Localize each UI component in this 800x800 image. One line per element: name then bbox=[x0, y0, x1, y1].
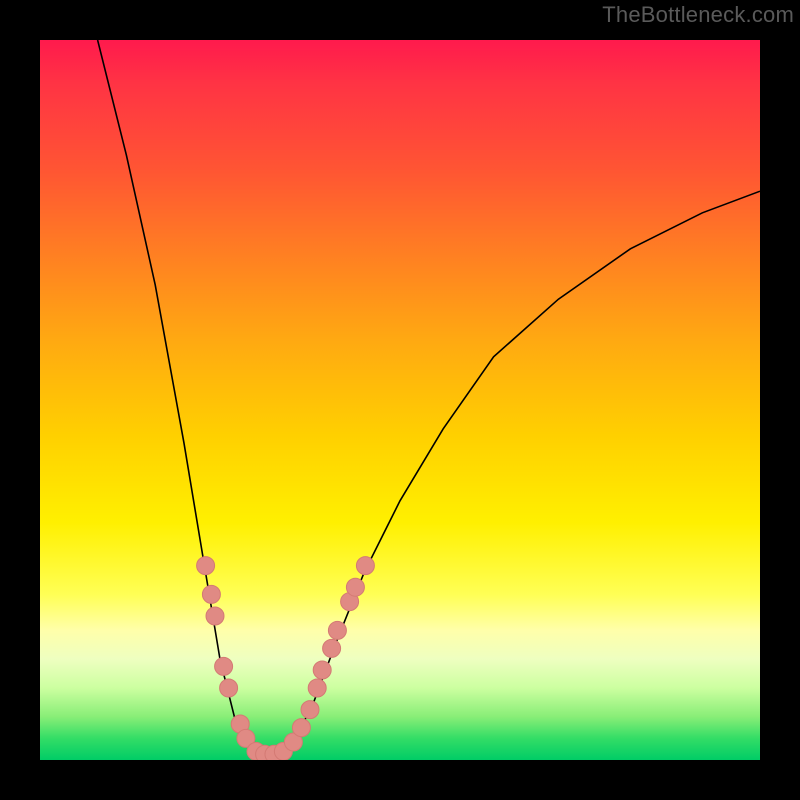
data-marker bbox=[308, 679, 326, 697]
data-markers bbox=[197, 557, 375, 760]
bottleneck-plot bbox=[40, 40, 760, 760]
bottleneck-curve bbox=[98, 40, 760, 756]
data-marker bbox=[301, 701, 319, 719]
data-marker bbox=[328, 621, 346, 639]
data-marker bbox=[220, 679, 238, 697]
data-marker bbox=[313, 661, 331, 679]
watermark-text: TheBottleneck.com bbox=[602, 2, 794, 28]
data-marker bbox=[323, 639, 341, 657]
data-marker bbox=[292, 719, 310, 737]
data-marker bbox=[206, 607, 224, 625]
data-marker bbox=[346, 578, 364, 596]
plot-area bbox=[40, 40, 760, 760]
data-marker bbox=[215, 657, 233, 675]
data-marker bbox=[197, 557, 215, 575]
data-marker bbox=[202, 585, 220, 603]
chart-frame: TheBottleneck.com bbox=[0, 0, 800, 800]
data-marker bbox=[356, 557, 374, 575]
